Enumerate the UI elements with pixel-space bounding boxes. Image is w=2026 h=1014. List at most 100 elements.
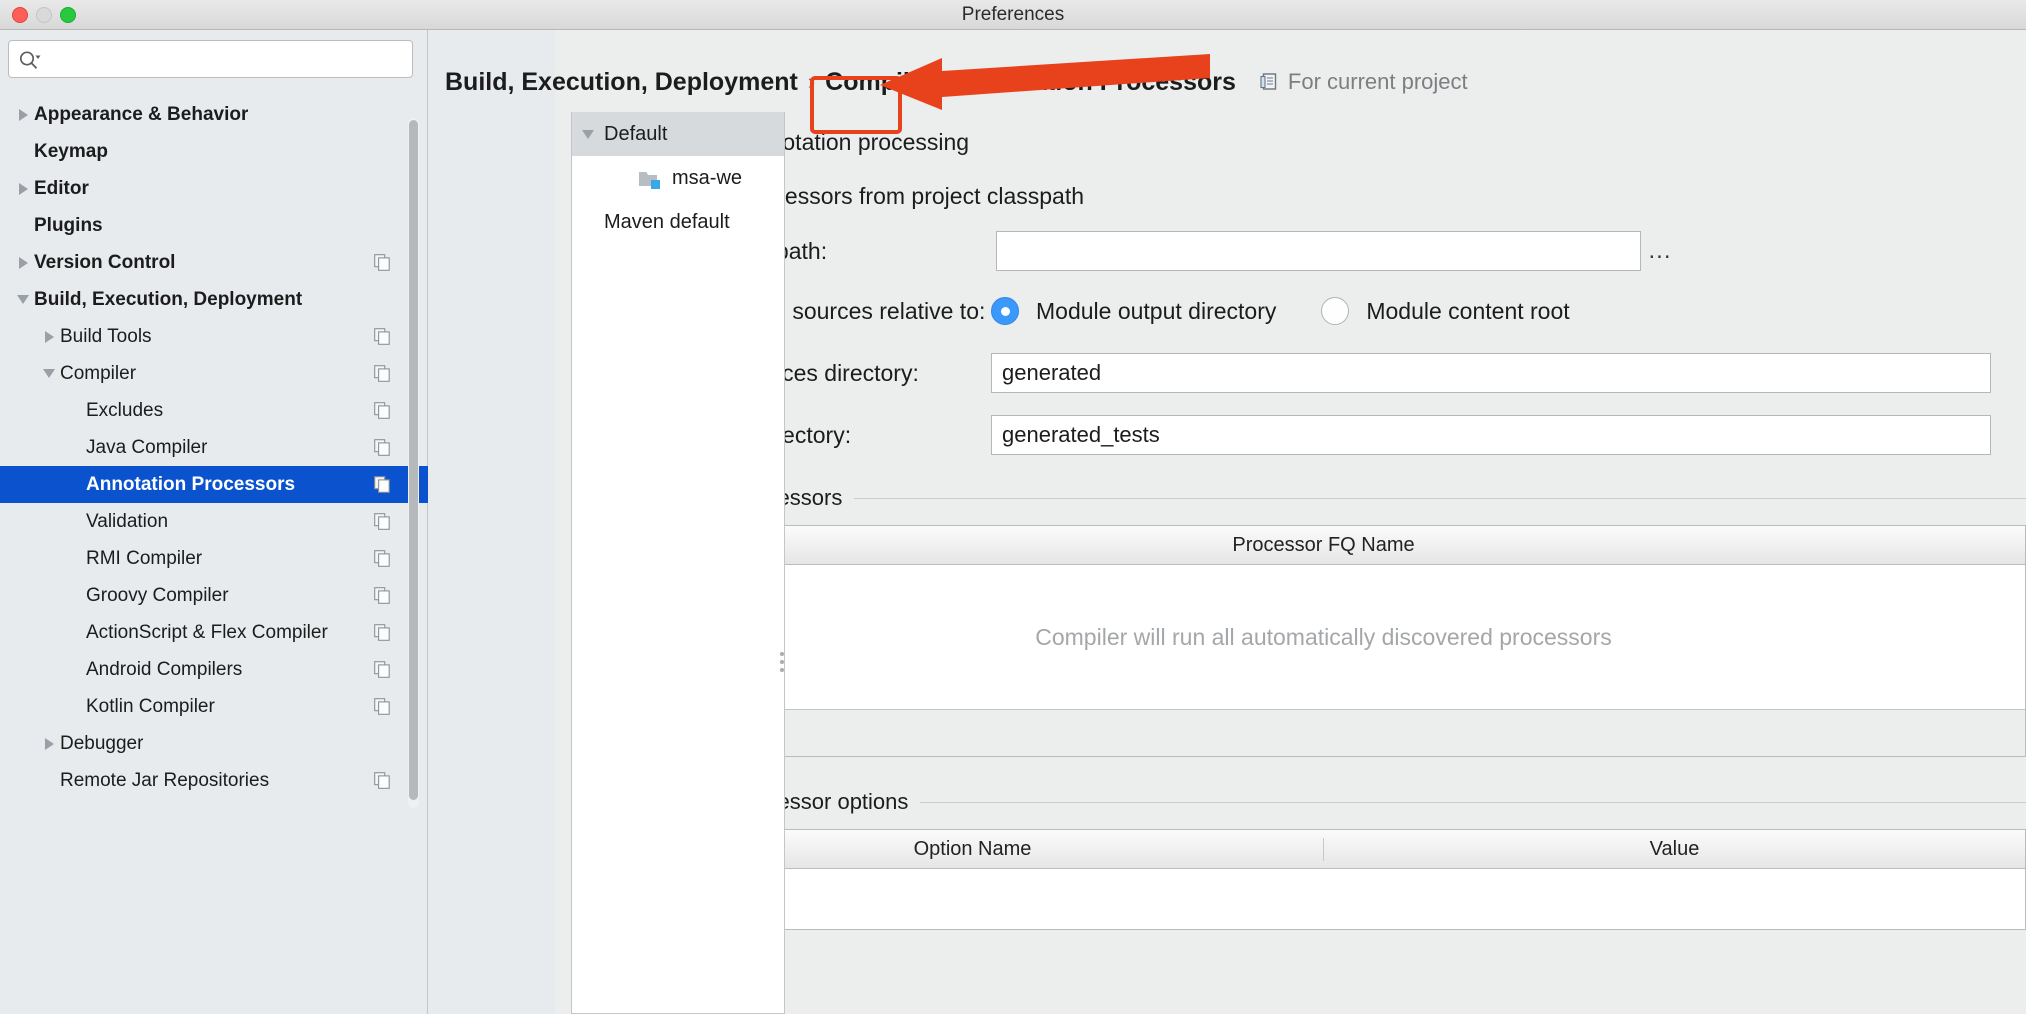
sidebar-item-editor[interactable]: Editor [0,170,428,207]
sidebar-item-label: Build Tools [60,326,152,347]
production-sources-input[interactable]: generated [991,353,1991,393]
options-table-body[interactable] [622,869,2025,929]
copy-settings-icon[interactable] [374,365,390,382]
window-title: Preferences [961,4,1065,25]
chevron-right-icon[interactable] [12,170,34,207]
settings-tree[interactable]: Appearance & Behavior Keymap Editor Plugins… [0,96,428,1014]
tree-expander-placeholder [12,133,34,170]
sidebar-item-debugger[interactable]: Debugger [0,725,428,762]
breadcrumb: Build, Execution, Deployment › Compiler … [445,60,1468,104]
processor-path-row[interactable]: Processor path: ... [621,231,2026,271]
test-sources-input[interactable]: generated_tests [991,415,1991,455]
sidebar-item-actionscript-flex-compiler[interactable]: ActionScript & Flex Compiler [0,614,428,651]
sidebar-item-label: Java Compiler [86,437,208,458]
tree-expander-placeholder [64,466,86,503]
sidebar-item-build-execution-deployment[interactable]: Build, Execution, Deployment [0,281,428,318]
chevron-down-icon[interactable] [12,281,34,318]
module-output-directory-radio[interactable] [991,297,1019,325]
profile-list-item[interactable]: Maven default [572,200,784,244]
sidebar-item-compiler[interactable]: Compiler [0,355,428,392]
sidebar-item-android-compilers[interactable]: Android Compilers [0,651,428,688]
panel-splitter-handle[interactable] [778,648,786,684]
copy-settings-icon[interactable] [374,513,390,530]
sidebar-item-annotation-processors[interactable]: Annotation Processors [0,466,428,503]
copy-settings-icon[interactable] [374,254,390,271]
tree-expander-placeholder [64,392,86,429]
copy-settings-icon[interactable] [374,439,390,456]
sidebar-item-kotlin-compiler[interactable]: Kotlin Compiler [0,688,428,725]
module-content-root-radio[interactable] [1321,297,1350,325]
sidebar-item-label: Annotation Processors [86,474,296,495]
sidebar-item-label: ActionScript & Flex Compiler [86,622,328,643]
processors-table-empty-message: Compiler will run all automatically disc… [1035,623,1612,650]
sidebar-item-label: Remote Jar Repositories [60,770,270,791]
copy-settings-icon[interactable] [374,328,390,345]
obtain-from-classpath-row[interactable]: Obtain processors from project classpath [621,175,2026,217]
sidebar-item-label: Appearance & Behavior [34,104,249,125]
sidebar-scrollbar-thumb[interactable] [409,120,418,800]
tree-expander-placeholder [64,614,86,651]
copy-settings-icon[interactable] [374,550,390,567]
sidebar-item-label: Validation [86,511,169,532]
processor-path-input[interactable] [996,231,1641,271]
sidebar-item-build-tools[interactable]: Build Tools [0,318,428,355]
processors-section-header: Annotation Processors [621,485,2026,511]
copy-settings-icon[interactable] [374,476,390,493]
copy-settings-icon[interactable] [374,402,390,419]
sidebar-item-rmi-compiler[interactable]: RMI Compiler [0,540,428,577]
test-sources-row: Test sources directory: generated_tests [621,415,2026,455]
profile-list-item[interactable]: msa-we [572,156,784,200]
processors-table[interactable]: Processor FQ Name Compiler will run all … [621,525,2026,757]
production-sources-row: Production sources directory: generated [621,353,2026,393]
processors-table-header: Processor FQ Name [622,526,2025,565]
copy-settings-icon[interactable] [374,587,390,604]
breadcrumb-part-1[interactable]: Compiler [825,68,933,97]
tree-expander-placeholder [38,762,60,799]
profile-item-label: Maven default [604,210,730,233]
module-output-directory-label: Module output directory [1036,297,1277,324]
sidebar-item-groovy-compiler[interactable]: Groovy Compiler [0,577,428,614]
scope-label: For current project [1287,69,1468,94]
processor-path-browse-button[interactable]: ... [1641,231,1679,271]
processors-column-fqname[interactable]: Processor FQ Name [622,534,2025,557]
chevron-right-icon[interactable] [38,318,60,355]
chevron-right-icon[interactable] [12,96,34,133]
sidebar-item-plugins[interactable]: Plugins [0,207,428,244]
project-scope-icon [1260,73,1277,90]
profile-item-label: Default [604,122,668,145]
chevron-right-icon[interactable] [38,725,60,762]
sidebar-item-remote-jar-repositories[interactable]: Remote Jar Repositories [0,762,428,799]
sidebar-item-label: Kotlin Compiler [86,696,215,717]
chevron-right-icon[interactable] [12,244,34,281]
sidebar-item-validation[interactable]: Validation [0,503,428,540]
options-column-value[interactable]: Value [1323,837,2025,861]
sidebar-item-keymap[interactable]: Keymap [0,133,428,170]
settings-sidebar: Appearance & Behavior Keymap Editor Plugins… [0,30,428,1014]
sidebar-item-label: Build, Execution, Deployment [34,289,303,310]
store-relative-row: Store generated sources relative to: Mod… [621,297,2026,325]
copy-settings-icon[interactable] [374,661,390,678]
chevron-down-icon[interactable] [572,129,604,139]
enable-annotation-processing-row[interactable]: Enable annotation processing [621,121,2026,163]
sidebar-item-appearance-behavior[interactable]: Appearance & Behavior [0,96,428,133]
profile-list-item[interactable]: Default [572,112,784,156]
options-table[interactable]: Option Name Value [621,829,2026,930]
tree-expander-placeholder [12,207,34,244]
copy-settings-icon[interactable] [374,698,390,715]
search-field[interactable] [8,40,413,78]
copy-settings-icon[interactable] [374,772,390,789]
chevron-down-icon[interactable] [38,355,60,392]
breadcrumb-part-0[interactable]: Build, Execution, Deployment [445,68,798,97]
sidebar-item-label: Keymap [34,141,108,162]
sidebar-item-label: RMI Compiler [86,548,203,569]
tree-expander-placeholder [64,688,86,725]
breadcrumb-part-2[interactable]: Annotation Processors [961,68,1236,97]
profiles-list[interactable]: Default msa-we Maven default [571,112,785,1014]
sidebar-item-java-compiler[interactable]: Java Compiler [0,429,428,466]
copy-settings-icon[interactable] [374,624,390,641]
tree-expander-placeholder [64,577,86,614]
sidebar-item-excludes[interactable]: Excludes [0,392,428,429]
sidebar-item-label: Compiler [60,363,137,384]
annotation-processors-form: Enable annotation processing Obtain proc… [621,115,2026,930]
sidebar-item-version-control[interactable]: Version Control [0,244,428,281]
